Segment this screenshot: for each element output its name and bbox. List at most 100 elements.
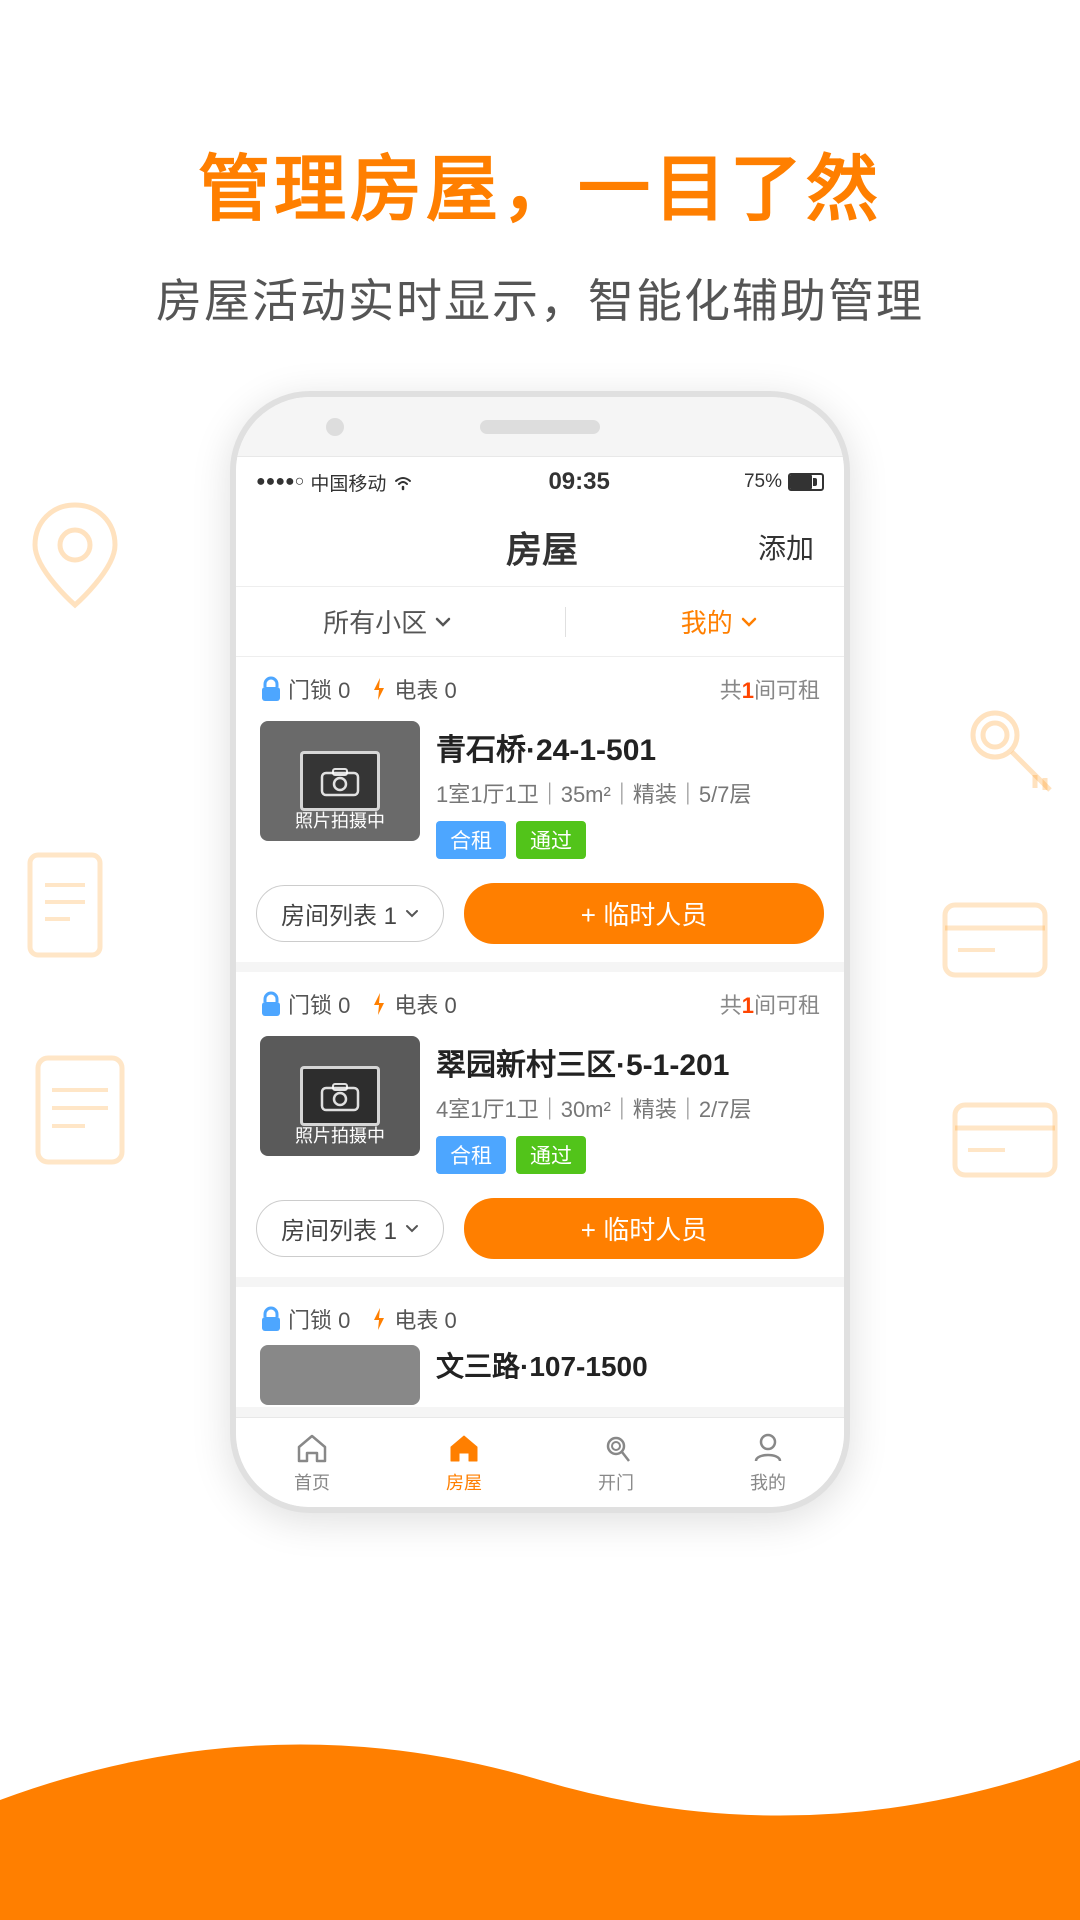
room-list-button-2[interactable]: 房间列表 1	[256, 1200, 444, 1257]
status-bar: ●●●●○ 中国移动 09:35 75%	[236, 457, 844, 507]
hero-subtitle: 房屋活动实时显示，智能化辅助管理	[0, 265, 1080, 331]
temp-staff-button-1[interactable]: + 临时人员	[464, 883, 824, 944]
filter-mine-label: 我的	[681, 603, 733, 640]
meter-stat-3: 电表 0	[370, 1303, 456, 1335]
room-list-button-1[interactable]: 房间列表 1	[256, 885, 444, 942]
temp-staff-button-2[interactable]: + 临时人员	[464, 1198, 824, 1259]
signal-icon: ●●●●○	[256, 473, 304, 491]
lock-icon	[260, 676, 282, 702]
filter-divider	[565, 607, 566, 637]
filter-bar: 所有小区 我的	[236, 587, 844, 657]
lock-stat-1: 门锁 0	[260, 673, 350, 705]
photo-taking-frame-1	[300, 751, 380, 811]
meter-label-3: 电表 0	[394, 1303, 456, 1335]
nav-item-home[interactable]: 首页	[236, 1431, 388, 1495]
tag-tongguo-2: 通过	[516, 1136, 586, 1174]
door-key-icon	[599, 1431, 633, 1465]
filter-all-label: 所有小区	[323, 603, 427, 640]
property-card-1: 门锁 0 电表 0 共1间可租	[236, 657, 844, 962]
lock-label-3: 门锁 0	[288, 1303, 350, 1335]
stats-left-1: 门锁 0 电表 0	[260, 673, 457, 705]
chevron-down-small-icon	[405, 909, 419, 918]
wifi-icon	[392, 473, 414, 491]
lock-icon-2	[260, 991, 282, 1017]
property-name-1: 青石桥·24-1-501	[436, 725, 820, 769]
property-stats-3: 门锁 0 电表 0	[236, 1287, 844, 1345]
lightning-icon-3	[370, 1306, 388, 1332]
property-actions-1: 房间列表 1 + 临时人员	[236, 873, 844, 962]
phone-mockup: ●●●●○ 中国移动 09:35 75% 房屋	[0, 391, 1080, 1513]
app-title: 房屋	[326, 521, 758, 573]
property-name-3: 文三路·107-1500	[436, 1345, 820, 1385]
stats-left-3: 门锁 0 电表 0	[260, 1303, 457, 1335]
lock-stat-3: 门锁 0	[260, 1303, 350, 1335]
bottom-nav: 首页 房屋 开门 我的	[236, 1417, 844, 1507]
status-left: ●●●●○ 中国移动	[256, 469, 414, 496]
property-details-1: 青石桥·24-1-501 1室1厅1卫｜35m²｜精装｜5/7层 合租 通过	[436, 721, 820, 859]
lock-stat-2: 门锁 0	[260, 988, 350, 1020]
house-filled-icon	[447, 1431, 481, 1465]
room-list-label-1: 房间列表 1	[281, 896, 397, 931]
property-tags-1: 合租 通过	[436, 821, 820, 859]
lightning-icon-2	[370, 991, 388, 1017]
camera-icon-2	[320, 1080, 360, 1112]
chevron-down-icon	[435, 617, 451, 627]
meter-label: 电表 0	[394, 673, 456, 705]
chevron-down-small-icon-2	[405, 1224, 419, 1233]
nav-home-label: 首页	[294, 1469, 330, 1495]
property-info-row-2: 照片拍摄中 翠园新村三区·5-1-201 4室1厅1卫｜30m²｜精装｜2/7层…	[236, 1030, 844, 1188]
filter-all-community[interactable]: 所有小区	[323, 603, 451, 640]
tag-hezhu-2: 合租	[436, 1136, 506, 1174]
nav-item-door[interactable]: 开门	[540, 1431, 692, 1495]
add-button[interactable]: 添加	[758, 527, 814, 567]
phone-outer: ●●●●○ 中国移动 09:35 75% 房屋	[230, 391, 850, 1513]
filter-mine[interactable]: 我的	[681, 603, 757, 640]
nav-mine-label: 我的	[750, 1469, 786, 1495]
nav-item-mine[interactable]: 我的	[692, 1431, 844, 1495]
meter-stat-1: 电表 0	[370, 673, 456, 705]
phone-top-bar	[236, 397, 844, 457]
hero-title: 管理房屋，一目了然	[0, 130, 1080, 235]
bottom-wave	[0, 1700, 1080, 1920]
rentable-2: 共1间可租	[720, 988, 820, 1020]
app-header: 房屋 添加	[236, 507, 844, 587]
carrier-label: 中国移动	[310, 469, 386, 496]
nav-door-label: 开门	[598, 1469, 634, 1495]
property-image-1: 照片拍摄中	[260, 721, 420, 841]
property-name-2: 翠园新村三区·5-1-201	[436, 1040, 820, 1084]
status-time: 09:35	[414, 468, 744, 496]
hero-section: 管理房屋，一目了然 房屋活动实时显示，智能化辅助管理	[0, 0, 1080, 391]
person-icon	[751, 1431, 785, 1465]
photo-label-1: 照片拍摄中	[260, 807, 420, 833]
property-info-row-1: 照片拍摄中 青石桥·24-1-501 1室1厅1卫｜35m²｜精装｜5/7层 合…	[236, 715, 844, 873]
phone-speaker	[480, 420, 600, 434]
status-right: 75%	[744, 471, 824, 493]
property-list: 门锁 0 电表 0 共1间可租	[236, 657, 844, 1417]
property-stats-2: 门锁 0 电表 0 共1间可租	[236, 972, 844, 1030]
stats-left-2: 门锁 0 电表 0	[260, 988, 457, 1020]
property-card-2: 门锁 0 电表 0 共1间可租	[236, 972, 844, 1277]
phone-camera	[326, 418, 344, 436]
property-image-2: 照片拍摄中	[260, 1036, 420, 1156]
photo-taking-frame-2	[300, 1066, 380, 1126]
lock-label: 门锁 0	[288, 673, 350, 705]
chevron-down-orange-icon	[741, 617, 757, 627]
room-list-label-2: 房间列表 1	[281, 1211, 397, 1246]
photo-label-2: 照片拍摄中	[260, 1122, 420, 1148]
property-actions-2: 房间列表 1 + 临时人员	[236, 1188, 844, 1277]
property-tags-2: 合租 通过	[436, 1136, 820, 1174]
nav-item-house[interactable]: 房屋	[388, 1431, 540, 1495]
property-stats-1: 门锁 0 电表 0 共1间可租	[236, 657, 844, 715]
camera-icon	[320, 765, 360, 797]
property-details-2: 翠园新村三区·5-1-201 4室1厅1卫｜30m²｜精装｜2/7层 合租 通过	[436, 1036, 820, 1174]
meter-stat-2: 电表 0	[370, 988, 456, 1020]
tag-hezhu-1: 合租	[436, 821, 506, 859]
meter-label-2: 电表 0	[394, 988, 456, 1020]
property-meta-1: 1室1厅1卫｜35m²｜精装｜5/7层	[436, 777, 820, 809]
rentable-1: 共1间可租	[720, 673, 820, 705]
property-card-3: 门锁 0 电表 0 文三路·107-1500	[236, 1287, 844, 1407]
nav-house-label: 房屋	[446, 1469, 482, 1495]
lock-label-2: 门锁 0	[288, 988, 350, 1020]
home-outline-icon	[295, 1431, 329, 1465]
battery-percent: 75%	[744, 471, 782, 493]
